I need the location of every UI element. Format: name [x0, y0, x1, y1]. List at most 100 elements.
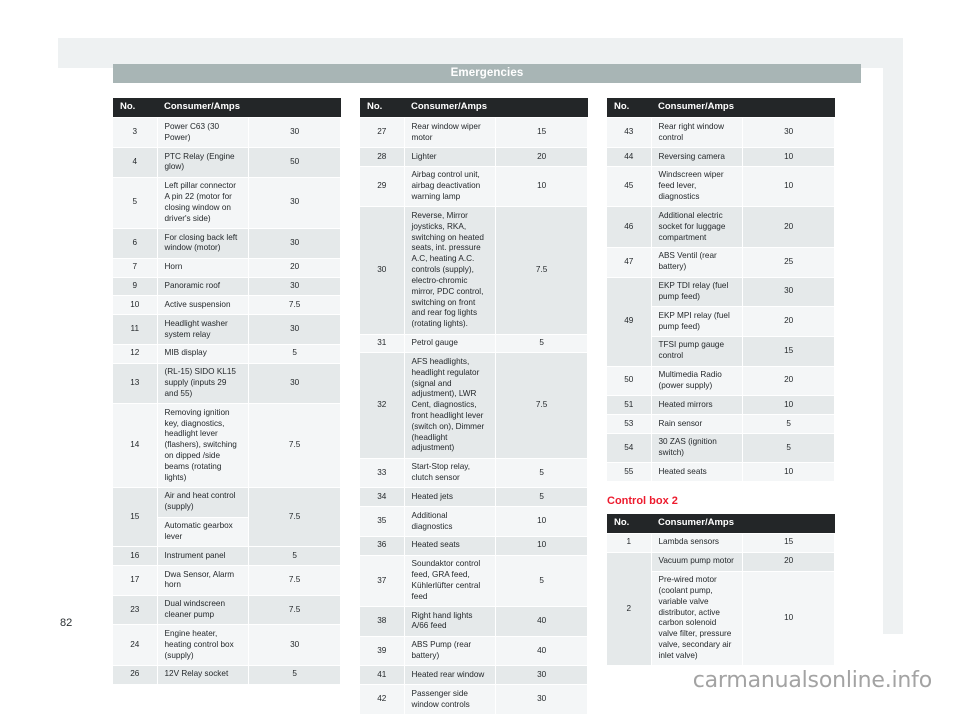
consumer-description-cell: Petrol gauge	[404, 333, 497, 353]
table-row: 55 Heated seats 10	[607, 462, 835, 482]
amperage-cell: 5	[495, 487, 588, 507]
consumer-description-cell: Start-Stop relay, clutch sensor	[404, 457, 497, 488]
column-3: No. Consumer/Amps 43 Rear right window cont…	[607, 98, 835, 666]
amperage-cell: 15	[742, 532, 835, 553]
amperage-cell: 10	[742, 395, 835, 415]
amperage-cell: 7.5	[495, 206, 588, 335]
consumer-description-cell: Multimedia Radio (power supply)	[651, 365, 744, 396]
table-row: 35 Additional diagnostics 10	[360, 506, 588, 537]
fuse-number-cell: 11	[113, 314, 158, 345]
fuse-number-cell: 53	[607, 414, 652, 434]
consumer-description-cell: Airbag control unit, airbag deactivation…	[404, 165, 497, 207]
fuse-number-cell: 1	[607, 532, 652, 553]
consumer-description-cell: Reverse, Mirror joysticks, RKA, switchin…	[404, 206, 497, 335]
column-header-consumer-amps: Consumer/Amps	[651, 513, 835, 534]
consumer-description-cell: Rear window wiper motor	[404, 117, 497, 148]
fuse-number-cell: 49	[607, 276, 652, 367]
fuse-number-cell: 54	[607, 432, 652, 463]
consumer-description-cell: Panoramic roof	[157, 276, 250, 296]
table-row: 4 PTC Relay (Engine glow) 50	[113, 147, 341, 178]
table-row: 12 MIB display 5	[113, 343, 341, 364]
fuse-number-cell: 15	[113, 486, 158, 547]
amperage-cell: 7.5	[495, 352, 588, 459]
amperage-cell: 20	[248, 257, 341, 278]
consumer-description-cell: Heated jets	[404, 487, 497, 507]
amperage-cell: 5	[495, 333, 588, 353]
amperage-cell: 10	[495, 535, 588, 556]
amperage-cell: 30	[248, 314, 341, 345]
amperage-cell: 5	[495, 457, 588, 488]
table-row: 46 Additional electric socket for luggage…	[607, 206, 835, 248]
fuse-number-cell: 7	[113, 257, 158, 278]
consumer-description-cell: Heated seats	[651, 462, 744, 482]
table-row: 13 (RL-15) SIDO KL15 supply (inputs 29 an…	[113, 362, 341, 404]
fuse-number-cell: 10	[113, 295, 158, 315]
fuse-number-cell: 47	[607, 246, 652, 278]
column-header-no: No.	[607, 98, 651, 118]
table-row: 10 Active suspension 7.5	[113, 295, 341, 315]
amperage-cell: 20	[742, 365, 835, 396]
consumer-description-cell: TFSI pump gauge control	[651, 335, 744, 367]
fuse-number-cell: 2	[607, 551, 652, 666]
table-header-row: No. Consumer/Amps	[360, 98, 588, 118]
table-row: 1 Lambda sensors 15	[607, 532, 835, 553]
page-number: 82	[60, 617, 73, 629]
table-row: 34 Heated jets 5	[360, 487, 588, 507]
table-row: 11 Headlight washer system relay 30	[113, 314, 341, 345]
fuse-number-cell: 44	[607, 147, 652, 167]
fuse-number-cell: 13	[113, 362, 158, 404]
table-row: 51 Heated mirrors 10	[607, 395, 835, 415]
column-header-no: No.	[360, 98, 404, 118]
consumer-description-cell: Windscreen wiper feed lever, diagnostics	[651, 165, 744, 207]
amperage-cell: 10	[495, 506, 588, 537]
consumer-description-cell: EKP MPI relay (fuel pump feed)	[651, 306, 744, 337]
fuse-number-cell: 55	[607, 462, 652, 482]
table-row: 32 AFS headlights, headlight regulator (s…	[360, 352, 588, 459]
consumer-description-cell: Automatic gearbox lever	[157, 516, 250, 547]
consumer-description-cell: Active suspension	[157, 295, 250, 315]
table-row: 14 Removing ignition key, diagnostics, he…	[113, 403, 341, 488]
amperage-cell: 7.5	[248, 594, 341, 625]
fuse-number-cell: 24	[113, 624, 158, 666]
consumer-description-cell: Removing ignition key, diagnostics, head…	[157, 403, 250, 488]
amperage-cell: 20	[742, 551, 835, 572]
table-row: 39 ABS Pump (rear battery) 40	[360, 635, 588, 666]
table-row: 24 Engine heater, heating control box (su…	[113, 624, 341, 666]
table-row: 27 Rear window wiper motor 15	[360, 117, 588, 148]
consumer-description-cell: Power C63 (30 Power)	[157, 117, 250, 148]
consumer-description-cell: Headlight washer system relay	[157, 314, 250, 345]
table-header-row: No. Consumer/Amps	[607, 513, 835, 534]
consumer-description-cell: Air and heat control (supply)	[157, 486, 250, 518]
fuse-number-cell: 43	[607, 117, 652, 148]
amperage-cell: 10	[742, 165, 835, 207]
fuse-number-cell: 29	[360, 165, 405, 207]
consumer-description-cell: Heated seats	[404, 535, 497, 556]
consumer-description-cell: Pre-wired motor (coolant pump, variable …	[651, 570, 744, 666]
fuse-number-cell: 9	[113, 276, 158, 296]
amperage-cell: 30	[248, 176, 341, 229]
table-row: 44 Reversing camera 10	[607, 147, 835, 167]
consumer-description-cell: Horn	[157, 257, 250, 278]
table-header-row: No. Consumer/Amps	[113, 98, 341, 118]
amperage-cell: 10	[495, 165, 588, 207]
fuse-number-cell: 3	[113, 117, 158, 148]
site-watermark: carmanualsonline.info	[692, 668, 932, 693]
fuse-number-cell: 28	[360, 147, 405, 167]
amperage-cell: 15	[742, 335, 835, 367]
consumer-description-cell: ABS Ventil (rear battery)	[651, 246, 744, 278]
table-row: 28 Lighter 20	[360, 147, 588, 167]
column-header-no: No.	[113, 98, 157, 118]
column-1: No. Consumer/Amps 3 Power C63 (30 Power) 30 4…	[113, 98, 341, 684]
fuse-number-cell: 51	[607, 395, 652, 415]
consumer-description-cell: Lighter	[404, 147, 497, 167]
table-row: 53 Rain sensor 5	[607, 414, 835, 434]
table-row: 3 Power C63 (30 Power) 30	[113, 117, 341, 148]
consumer-description-cell: Additional diagnostics	[404, 506, 497, 537]
amperage-cell: 15	[495, 117, 588, 148]
table-row: 33 Start-Stop relay, clutch sensor 5	[360, 457, 588, 488]
fuse-table: No. Consumer/Amps 1 Lambda sensors 15 2 Vacuum…	[607, 513, 835, 666]
fuse-number-cell: 46	[607, 206, 652, 248]
column-header-consumer-amps: Consumer/Amps	[651, 98, 835, 118]
consumer-description-cell: EKP TDI relay (fuel pump feed)	[651, 276, 744, 307]
fuse-number-cell: 38	[360, 606, 405, 637]
